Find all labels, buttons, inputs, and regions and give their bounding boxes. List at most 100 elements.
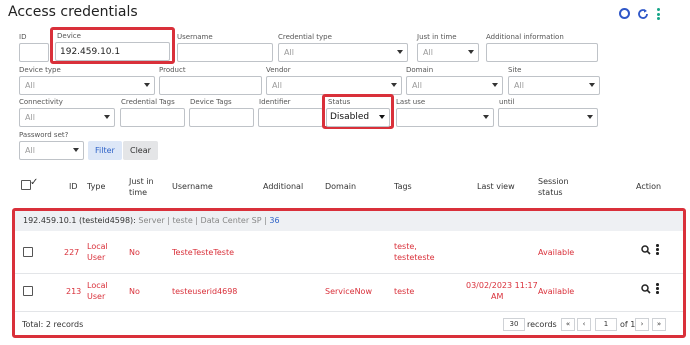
circle-icon[interactable] bbox=[619, 8, 630, 19]
page-of-label: of 1 bbox=[620, 320, 636, 329]
row-type-line1: Local bbox=[87, 242, 108, 251]
column-header-type[interactable]: Type bbox=[87, 181, 105, 192]
filter-last-use-label: Last use bbox=[396, 98, 426, 106]
chevron-down-icon bbox=[397, 50, 403, 54]
row-domain: ServiceNow bbox=[325, 287, 372, 296]
filter-vendor-select[interactable]: All bbox=[266, 76, 402, 95]
credential-type-value: All bbox=[284, 48, 294, 57]
group-sep: | bbox=[264, 216, 267, 225]
row-menu-icon[interactable] bbox=[656, 244, 659, 255]
search-icon[interactable] bbox=[641, 284, 651, 296]
filter-password-set-label: Password set? bbox=[19, 131, 69, 139]
filter-just-in-time-select[interactable]: All bbox=[417, 43, 479, 62]
filter-vendor-label: Vendor bbox=[266, 66, 291, 74]
row-username[interactable]: TesteTesteTeste bbox=[172, 247, 234, 258]
column-header-just-in-time-line1[interactable]: Just in bbox=[129, 176, 154, 187]
row-session-status: Available bbox=[538, 248, 575, 257]
group-device: 192.459.10.1 (testeid4598): bbox=[23, 216, 136, 225]
column-header-id[interactable]: ID bbox=[69, 181, 78, 192]
filter-product-input[interactable] bbox=[159, 76, 262, 95]
clear-button[interactable]: Clear bbox=[123, 141, 158, 160]
group-site: teste bbox=[172, 216, 193, 225]
filter-identifier-label: Identifier bbox=[259, 98, 291, 106]
refresh-icon[interactable] bbox=[637, 8, 649, 20]
group-datacenter: Data Center SP bbox=[200, 216, 262, 225]
chevron-down-icon bbox=[589, 83, 595, 87]
column-header-tags[interactable]: Tags bbox=[394, 181, 412, 192]
filter-status-select[interactable]: Disabled bbox=[326, 108, 390, 127]
chevron-down-icon bbox=[587, 115, 593, 119]
table-row[interactable] bbox=[15, 232, 683, 274]
last-page-button[interactable]: » bbox=[652, 318, 666, 331]
filter-site-select[interactable]: All bbox=[508, 76, 600, 95]
search-icon[interactable] bbox=[641, 245, 651, 257]
filter-until-select[interactable] bbox=[498, 108, 598, 127]
per-page-input[interactable]: 30 bbox=[503, 318, 525, 331]
domain-value: All bbox=[412, 81, 422, 90]
device-type-value: All bbox=[25, 81, 35, 90]
prev-page-button[interactable]: ‹ bbox=[577, 318, 591, 331]
filter-connectivity-select[interactable]: All bbox=[19, 108, 115, 127]
column-header-additional[interactable]: Additional bbox=[263, 181, 303, 192]
row-just-in-time: No bbox=[129, 248, 140, 257]
group-header-text: 192.459.10.1 (testeid4598): Server | tes… bbox=[23, 215, 280, 226]
chevron-down-icon bbox=[379, 115, 385, 119]
column-header-session-status-line1[interactable]: Session bbox=[538, 176, 569, 187]
just-in-time-value: All bbox=[423, 48, 433, 57]
chevron-down-icon bbox=[468, 50, 474, 54]
filter-device-tags-label: Device Tags bbox=[190, 98, 232, 106]
filter-password-set-select[interactable]: All bbox=[19, 141, 84, 160]
row-tags-line2: testeteste bbox=[394, 253, 435, 262]
group-server: Server bbox=[138, 216, 165, 225]
row-type-line1: Local bbox=[87, 281, 108, 290]
group-sep: | bbox=[195, 216, 198, 225]
row-tags-line1: teste bbox=[394, 287, 415, 296]
column-header-session-status-line2[interactable]: status bbox=[538, 187, 563, 198]
site-value: All bbox=[514, 81, 524, 90]
total-records: Total: 2 records bbox=[22, 320, 84, 329]
row-menu-icon[interactable] bbox=[656, 283, 659, 294]
filter-id-input[interactable] bbox=[19, 43, 49, 62]
filter-additional-info-label: Additional information bbox=[486, 33, 564, 41]
row-checkbox[interactable] bbox=[23, 247, 33, 257]
first-page-button[interactable]: « bbox=[561, 318, 575, 331]
filter-device-type-select[interactable]: All bbox=[19, 76, 155, 95]
row-checkbox[interactable] bbox=[23, 286, 33, 296]
row-id: 227 bbox=[64, 248, 80, 257]
filter-product-label: Product bbox=[159, 66, 186, 74]
filter-credential-tags-input[interactable] bbox=[120, 108, 185, 127]
chevron-down-icon bbox=[104, 115, 110, 119]
chevron-down-icon bbox=[391, 83, 397, 87]
status-value: Disabled bbox=[330, 112, 370, 122]
column-header-domain[interactable]: Domain bbox=[325, 181, 356, 192]
filter-credential-type-select[interactable]: All bbox=[278, 43, 408, 62]
chevron-down-icon bbox=[144, 83, 150, 87]
more-menu-icon[interactable] bbox=[657, 8, 661, 22]
column-header-just-in-time-line2[interactable]: time bbox=[129, 187, 147, 198]
filter-username-input[interactable] bbox=[177, 43, 273, 62]
filter-identifier-input[interactable] bbox=[258, 108, 323, 127]
filter-additional-info-input[interactable] bbox=[486, 43, 598, 62]
row-last-view-line2: AM bbox=[491, 292, 504, 301]
row-username[interactable]: testeuserid4698 bbox=[172, 286, 237, 297]
column-header-username[interactable]: Username bbox=[172, 181, 213, 192]
row-type-line2: User bbox=[87, 292, 106, 301]
column-header-last-view[interactable]: Last view bbox=[477, 181, 515, 192]
filter-domain-select[interactable]: All bbox=[406, 76, 503, 95]
vendor-value: All bbox=[272, 81, 282, 90]
filter-last-use-select[interactable] bbox=[396, 108, 494, 127]
filter-button[interactable]: Filter bbox=[88, 141, 122, 160]
next-page-button[interactable]: › bbox=[635, 318, 649, 331]
filter-credential-tags-label: Credential Tags bbox=[121, 98, 175, 106]
filter-id-label: ID bbox=[19, 33, 27, 41]
group-sep: | bbox=[167, 216, 170, 225]
row-just-in-time: No bbox=[129, 287, 140, 296]
chevron-down-icon bbox=[483, 115, 489, 119]
filter-device-tags-input[interactable] bbox=[189, 108, 254, 127]
chevron-down-icon bbox=[73, 148, 79, 152]
group-count[interactable]: 36 bbox=[269, 216, 279, 225]
page-number-input[interactable]: 1 bbox=[595, 318, 617, 331]
filter-connectivity-label: Connectivity bbox=[19, 98, 63, 106]
column-header-action: Action bbox=[636, 182, 662, 191]
filter-device-input[interactable]: 192.459.10.1 bbox=[55, 42, 170, 61]
